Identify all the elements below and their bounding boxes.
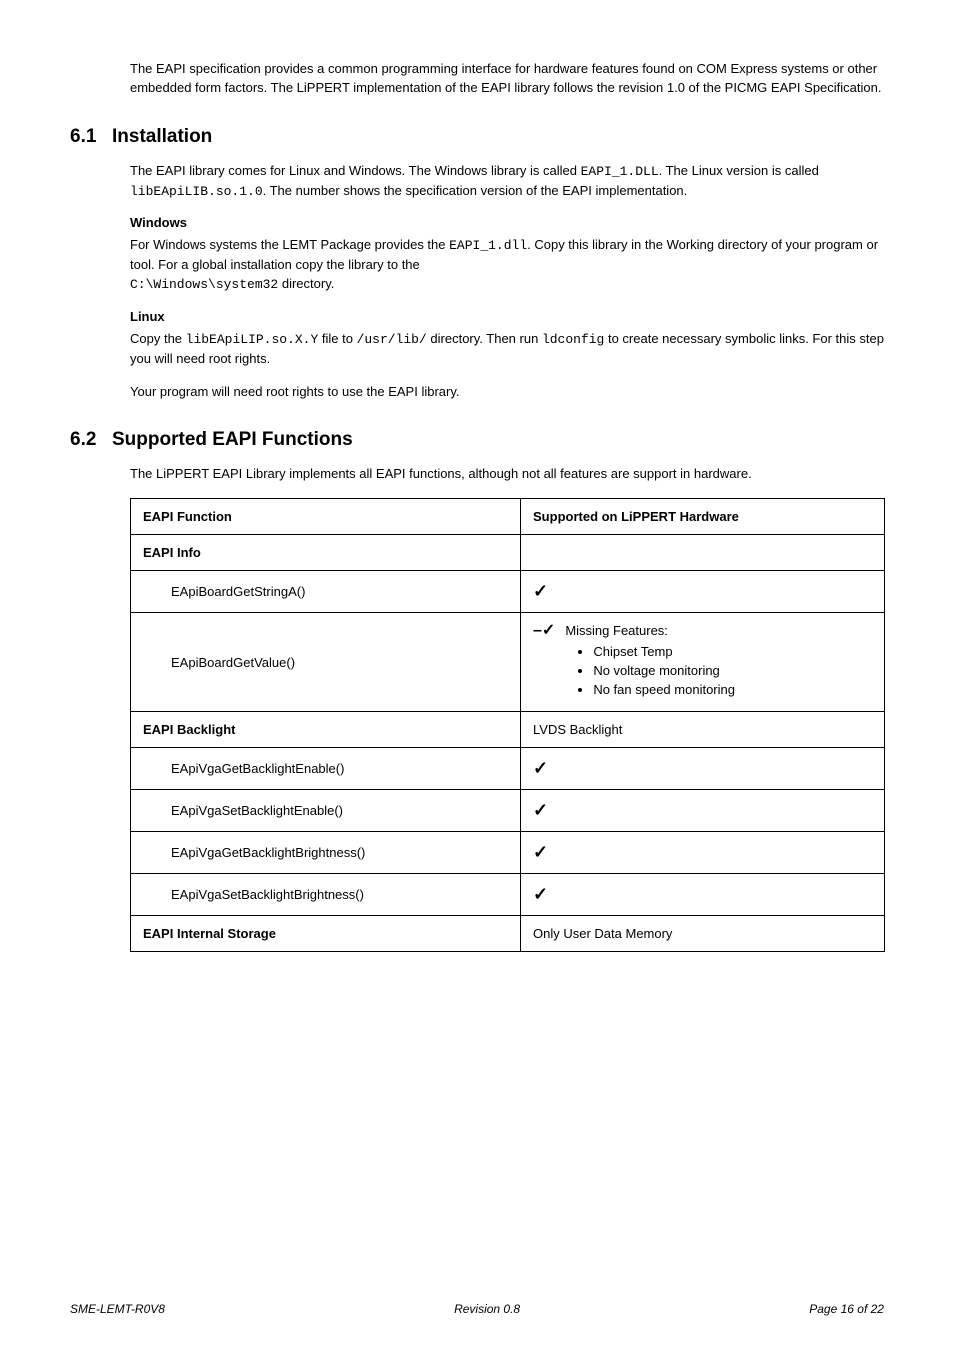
- cell-backlight-note: LVDS Backlight: [521, 712, 885, 748]
- missing-features-label: Missing Features:: [565, 623, 668, 638]
- code-usr-lib: /usr/lib/: [357, 332, 427, 347]
- footer-center: Revision 0.8: [454, 1302, 520, 1316]
- cell-missing-features: –✓ Missing Features: Chipset Temp No vol…: [521, 613, 885, 712]
- missing-features-list: Chipset Temp No voltage monitoring No fa…: [565, 644, 735, 697]
- text-fragment: directory. Then run: [427, 331, 542, 346]
- table-row: EApiVgaGetBacklightBrightness() ✓: [131, 832, 885, 874]
- table-row: EApiBoardGetStringA() ✓: [131, 571, 885, 613]
- section-6-2-title: Supported EAPI Functions: [112, 429, 353, 450]
- linux-paragraph-1: Copy the libEApiLIP.so.X.Y file to /usr/…: [70, 330, 884, 369]
- table-row: EApiVgaGetBacklightEnable() ✓: [131, 748, 885, 790]
- fn-name: EApiVgaGetBacklightBrightness(): [131, 832, 521, 874]
- text-fragment: directory.: [278, 276, 334, 291]
- code-windows-system32: C:\Windows\system32: [130, 277, 278, 292]
- linux-heading: Linux: [130, 309, 884, 324]
- table-header-row: EAPI Function Supported on LiPPERT Hardw…: [131, 499, 885, 535]
- fn-name: EApiBoardGetStringA(): [131, 571, 521, 613]
- windows-paragraph: For Windows systems the LEMT Package pro…: [70, 236, 884, 295]
- check-icon: ✓: [533, 758, 548, 778]
- section-6-1-title: Installation: [112, 126, 212, 147]
- text-fragment: The EAPI library comes for Linux and Win…: [130, 163, 581, 178]
- check-icon: ✓: [533, 884, 548, 904]
- s61-paragraph-1: The EAPI library comes for Linux and Win…: [70, 162, 884, 202]
- table-row: EAPI Internal Storage Only User Data Mem…: [131, 916, 885, 952]
- section-6-1-heading: 6.1Installation: [70, 126, 884, 148]
- text-fragment: file to: [318, 331, 356, 346]
- col-header-function: EAPI Function: [131, 499, 521, 535]
- page-footer: SME-LEMT-R0V8 Revision 0.8 Page 16 of 22: [70, 1302, 884, 1316]
- eapi-functions-table: EAPI Function Supported on LiPPERT Hardw…: [130, 498, 885, 952]
- cell-check: ✓: [521, 874, 885, 916]
- table-row: EAPI Backlight LVDS Backlight: [131, 712, 885, 748]
- section-6-2-heading: 6.2Supported EAPI Functions: [70, 429, 884, 451]
- intro-paragraph: The EAPI specification provides a common…: [70, 60, 884, 98]
- linux-paragraph-2: Your program will need root rights to us…: [70, 383, 884, 402]
- windows-heading: Windows: [130, 215, 884, 230]
- code-ldconfig: ldconfig: [542, 332, 604, 347]
- cell-check: ✓: [521, 790, 885, 832]
- list-item: No voltage monitoring: [593, 663, 735, 678]
- table-row: EAPI Info: [131, 535, 885, 571]
- check-icon: ✓: [533, 581, 548, 601]
- group-eapi-storage: EAPI Internal Storage: [131, 916, 521, 952]
- section-6-2-number: 6.2: [70, 429, 112, 451]
- text-fragment: Copy the: [130, 331, 186, 346]
- list-item: No fan speed monitoring: [593, 682, 735, 697]
- footer-left: SME-LEMT-R0V8: [70, 1302, 165, 1316]
- check-icon: ✓: [533, 842, 548, 862]
- table-row: EApiBoardGetValue() –✓ Missing Features:…: [131, 613, 885, 712]
- code-libeapilip: libEApiLIP.so.X.Y: [186, 332, 319, 347]
- s62-paragraph-1: The LiPPERT EAPI Library implements all …: [70, 465, 884, 484]
- table-row: EApiVgaSetBacklightEnable() ✓: [131, 790, 885, 832]
- fn-name: EApiVgaGetBacklightEnable(): [131, 748, 521, 790]
- fn-name: EApiVgaSetBacklightEnable(): [131, 790, 521, 832]
- text-fragment: For Windows systems the LEMT Package pro…: [130, 237, 449, 252]
- code-eapi-dll: EAPI_1.DLL: [581, 164, 659, 179]
- cell-check: ✓: [521, 832, 885, 874]
- code-libeapilib: libEApiLIB.so.1.0: [130, 184, 263, 199]
- table-row: EApiVgaSetBacklightBrightness() ✓: [131, 874, 885, 916]
- fn-name: EApiVgaSetBacklightBrightness(): [131, 874, 521, 916]
- text-fragment: . The Linux version is called: [659, 163, 819, 178]
- cell-empty: [521, 535, 885, 571]
- group-eapi-backlight: EAPI Backlight: [131, 712, 521, 748]
- fn-name: EApiBoardGetValue(): [131, 613, 521, 712]
- section-6-1-number: 6.1: [70, 126, 112, 148]
- cell-check: ✓: [521, 748, 885, 790]
- cell-storage-note: Only User Data Memory: [521, 916, 885, 952]
- code-eapi-dll-lower: EAPI_1.dll: [449, 238, 527, 253]
- list-item: Chipset Temp: [593, 644, 735, 659]
- cell-check: ✓: [521, 571, 885, 613]
- dash-check-icon: –✓: [533, 623, 555, 639]
- group-eapi-info: EAPI Info: [131, 535, 521, 571]
- footer-right: Page 16 of 22: [809, 1302, 884, 1316]
- col-header-supported: Supported on LiPPERT Hardware: [521, 499, 885, 535]
- text-fragment: . The number shows the specification ver…: [263, 183, 688, 198]
- check-icon: ✓: [533, 800, 548, 820]
